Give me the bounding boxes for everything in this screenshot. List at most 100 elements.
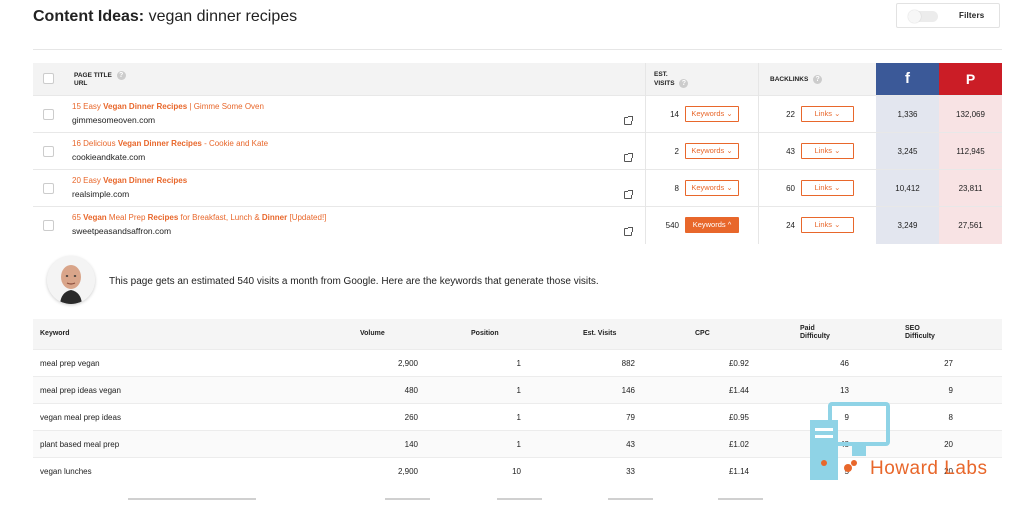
column-divider	[758, 63, 759, 244]
scrollbar[interactable]	[608, 498, 653, 500]
row-checkbox[interactable]	[43, 146, 54, 157]
external-link-icon[interactable]	[624, 227, 633, 236]
table-row: 16 Delicious Vegan Dinner Recipes - Cook…	[33, 132, 1002, 170]
col-backlinks: BACKLINKS ?	[770, 75, 823, 84]
paid-difficulty: 46	[840, 359, 849, 368]
scrollbar[interactable]	[497, 498, 542, 500]
cpc: £0.92	[728, 359, 749, 368]
col-seo-difficulty: SEO Difficulty	[905, 325, 935, 340]
filters-label: Filters	[959, 11, 985, 20]
row-checkbox[interactable]	[43, 109, 54, 120]
external-link-icon[interactable]	[624, 116, 633, 125]
toggle-switch[interactable]	[908, 10, 938, 23]
est-visits: 43	[626, 440, 635, 449]
seo-difficulty: 27	[944, 359, 953, 368]
divider	[33, 49, 1002, 50]
page-title: Content Ideas: vegan dinner recipes	[33, 8, 298, 25]
select-all-checkbox[interactable]	[43, 73, 54, 84]
watermark-text: Howard Labs	[870, 458, 988, 479]
pinterest-shares: 132,069	[939, 96, 1002, 133]
keywords-button[interactable]: Keywords ⌄	[685, 180, 739, 196]
external-link-icon[interactable]	[624, 153, 633, 162]
keyword: plant based meal prep	[40, 440, 120, 449]
watermark-logo: Howard Labs	[808, 402, 1008, 492]
facebook-shares: 3,249	[876, 207, 939, 244]
volume: 2,900	[397, 359, 418, 368]
volume: 2,900	[397, 467, 418, 476]
pinterest-icon: P	[939, 63, 1002, 95]
avatar	[47, 256, 95, 304]
links-button[interactable]: Links ⌄	[801, 217, 854, 233]
col-paid-difficulty: Paid Difficulty	[800, 325, 830, 340]
facebook-shares: 1,336	[876, 96, 939, 133]
est-visits: 79	[626, 413, 635, 422]
links-button[interactable]: Links ⌄	[801, 143, 854, 159]
scrollbar[interactable]	[128, 498, 256, 500]
scrollbar[interactable]	[718, 498, 763, 500]
links-button[interactable]: Links ⌄	[801, 106, 854, 122]
page-title-link[interactable]: 15 Easy Vegan Dinner Recipes | Gimme Som…	[72, 102, 264, 111]
keywords-button[interactable]: Keywords ⌄	[685, 106, 739, 122]
page-url: sweetpeasandsaffron.com	[72, 226, 172, 236]
cpc: £1.02	[728, 440, 749, 449]
row-checkbox[interactable]	[43, 183, 54, 194]
filters-toggle[interactable]: Filters	[896, 3, 1000, 28]
backlinks-count: 43	[786, 147, 795, 156]
page-url: gimmesomeoven.com	[72, 115, 156, 125]
page-title-link[interactable]: 65 Vegan Meal Prep Recipes for Breakfast…	[72, 213, 326, 222]
col-position: Position	[471, 330, 499, 337]
backlinks-count: 24	[786, 221, 795, 230]
volume: 260	[404, 413, 418, 422]
col-cpc: CPC	[695, 330, 710, 337]
help-icon[interactable]: ?	[679, 79, 689, 88]
col-page-title: PAGE TITLE ? URL	[74, 71, 126, 88]
external-link-icon[interactable]	[624, 190, 633, 199]
page-url: realsimple.com	[72, 189, 130, 199]
est-visits: 14	[670, 110, 679, 119]
est-visits: 540	[665, 221, 679, 230]
position: 1	[516, 386, 521, 395]
help-icon[interactable]: ?	[116, 71, 126, 80]
cpc: £1.14	[728, 467, 749, 476]
est-visits: 146	[621, 386, 635, 395]
table-row: 15 Easy Vegan Dinner Recipes | Gimme Som…	[33, 95, 1002, 133]
keywords-button[interactable]: Keywords ⌄	[685, 143, 739, 159]
est-visits: 8	[674, 184, 679, 193]
table-row: 65 Vegan Meal Prep Recipes for Breakfast…	[33, 206, 1002, 244]
scrollbar[interactable]	[385, 498, 430, 500]
pinterest-shares: 112,945	[939, 133, 1002, 170]
row-checkbox[interactable]	[43, 220, 54, 231]
volume: 140	[404, 440, 418, 449]
table-row: 20 Easy Vegan Dinner Recipes realsimple.…	[33, 169, 1002, 207]
column-divider	[645, 63, 646, 244]
volume: 480	[404, 386, 418, 395]
position: 1	[516, 359, 521, 368]
links-button[interactable]: Links ⌄	[801, 180, 854, 196]
facebook-icon: f	[876, 63, 939, 95]
position: 1	[516, 440, 521, 449]
keyword: vegan lunches	[40, 467, 92, 476]
keywords-button[interactable]: Keywords ^	[685, 217, 739, 233]
keyword: vegan meal prep ideas	[40, 413, 121, 422]
backlinks-count: 22	[786, 110, 795, 119]
keyword: meal prep vegan	[40, 359, 100, 368]
page-title-link[interactable]: 20 Easy Vegan Dinner Recipes	[72, 176, 187, 185]
est-visits: 2	[674, 147, 679, 156]
table-header: PAGE TITLE ? URL EST. VISITS ? BACKLINKS ?…	[33, 63, 1002, 95]
keyword-row: meal prep ideas vegan 480 1 146 £1.44 13…	[33, 376, 1002, 403]
est-visits: 882	[621, 359, 635, 368]
page-title-link[interactable]: 16 Delicious Vegan Dinner Recipes - Cook…	[72, 139, 268, 148]
est-visits: 33	[626, 467, 635, 476]
seo-difficulty: 9	[948, 386, 953, 395]
keywords-header: Keyword Volume Position Est. Visits CPC …	[33, 319, 1002, 349]
col-est-visits: EST. VISITS ?	[654, 71, 689, 88]
keyword-summary-text: This page gets an estimated 540 visits a…	[109, 276, 599, 287]
facebook-shares: 3,245	[876, 133, 939, 170]
keyword-row: meal prep vegan 2,900 1 882 £0.92 46 27	[33, 349, 1002, 376]
page-url: cookieandkate.com	[72, 152, 146, 162]
cpc: £1.44	[728, 386, 749, 395]
content-table: PAGE TITLE ? URL EST. VISITS ? BACKLINKS ?…	[33, 63, 1002, 244]
position: 10	[512, 467, 521, 476]
help-icon[interactable]: ?	[813, 75, 823, 84]
col-est-visits: Est. Visits	[583, 330, 617, 337]
